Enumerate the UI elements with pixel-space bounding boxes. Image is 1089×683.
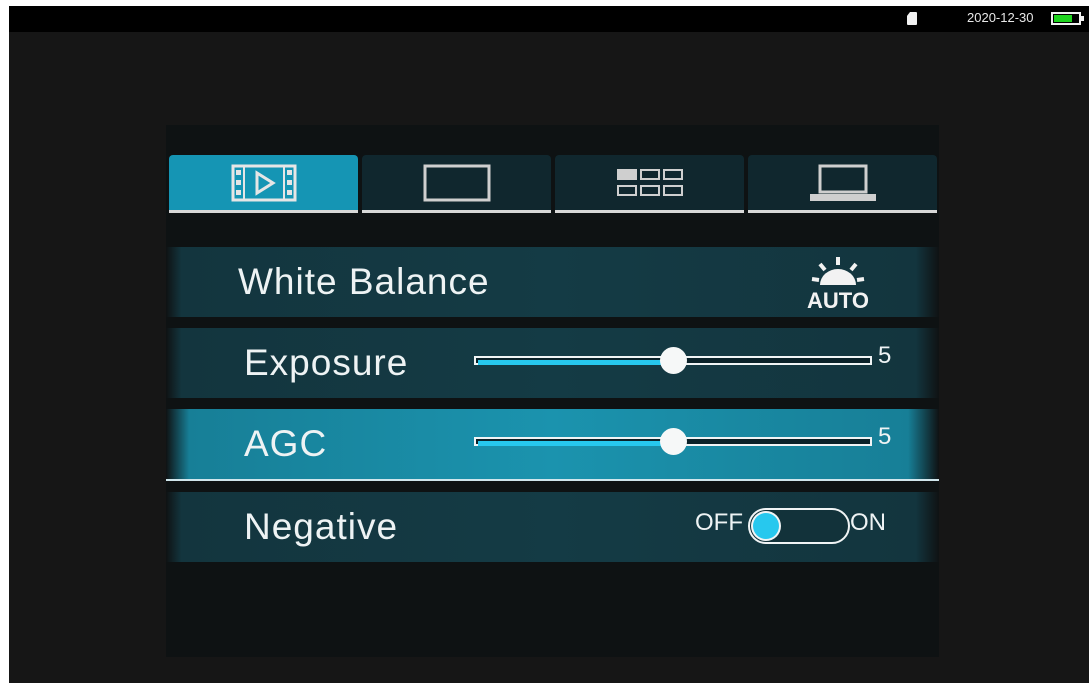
exposure-slider-thumb[interactable] xyxy=(660,347,687,374)
status-date: 2020-12-30 xyxy=(967,10,1034,25)
agc-value: 5 xyxy=(878,423,892,450)
exposure-slider-fill xyxy=(478,360,675,365)
status-bar: 2020-12-30 xyxy=(9,6,1089,32)
tab-bar xyxy=(169,155,937,215)
tab-laptop[interactable] xyxy=(748,155,937,213)
exposure-row[interactable]: Exposure 5 xyxy=(166,328,939,398)
tab-single-screen[interactable] xyxy=(362,155,551,213)
negative-off-label: OFF xyxy=(695,509,743,536)
agc-label: AGC xyxy=(244,423,328,464)
agc-row[interactable]: AGC 5 xyxy=(166,409,939,481)
laptop-icon xyxy=(809,164,876,201)
battery-icon xyxy=(1051,12,1084,25)
negative-row[interactable]: Negative OFF ON xyxy=(166,492,939,562)
negative-on-label: ON xyxy=(850,509,886,536)
exposure-value: 5 xyxy=(878,342,892,369)
agc-slider-fill xyxy=(478,441,675,446)
tab-grid[interactable] xyxy=(555,155,744,213)
battery-level xyxy=(1054,15,1073,22)
sd-card-icon xyxy=(907,12,917,25)
negative-toggle-knob[interactable] xyxy=(753,513,779,539)
negative-label: Negative xyxy=(244,506,399,547)
svg-text:AUTO: AUTO xyxy=(807,288,869,311)
exposure-slider[interactable] xyxy=(474,347,874,374)
settings-panel: White Balance AUTO Exposure 5 AGC 5 Nega… xyxy=(166,125,939,657)
white-balance-row[interactable]: White Balance AUTO xyxy=(166,247,939,317)
white-balance-label: White Balance xyxy=(238,261,490,302)
grid-icon xyxy=(616,168,683,196)
tab-video[interactable] xyxy=(169,155,358,213)
single-screen-icon xyxy=(423,164,490,201)
exposure-label: Exposure xyxy=(244,342,409,383)
agc-slider-thumb[interactable] xyxy=(660,428,687,455)
negative-toggle[interactable] xyxy=(748,508,850,544)
sun-auto-icon[interactable]: AUTO xyxy=(806,255,870,311)
device-screen: 2020-12-30 White Balance AUTO Exposure 5… xyxy=(9,6,1089,683)
agc-slider[interactable] xyxy=(474,428,874,455)
video-play-icon xyxy=(231,164,296,201)
